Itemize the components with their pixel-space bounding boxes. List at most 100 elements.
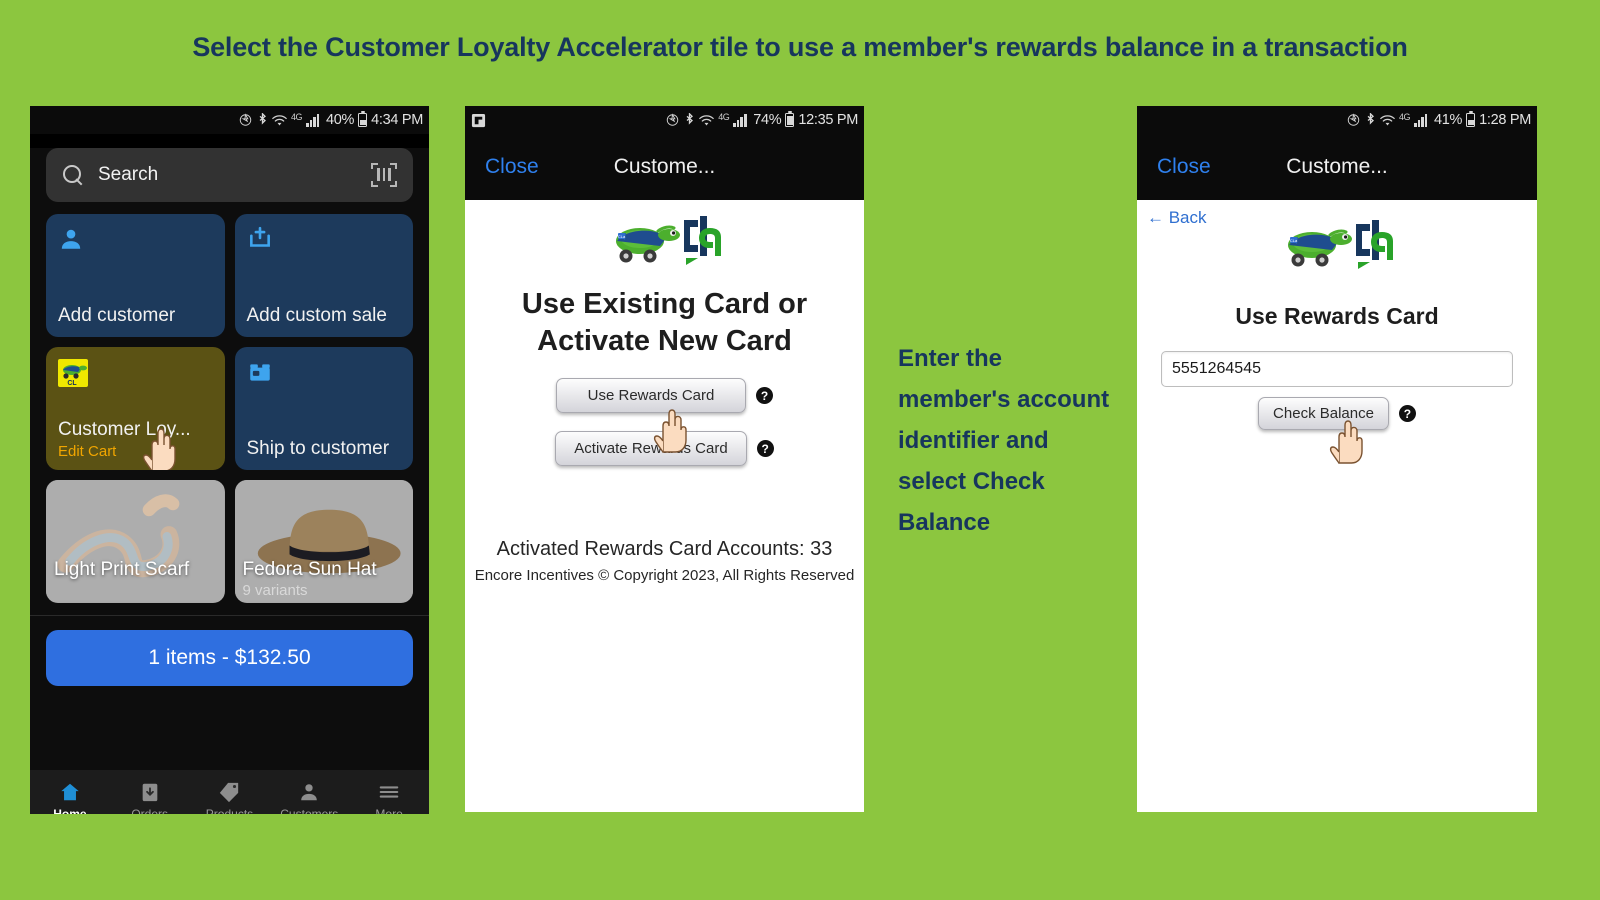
webview-nav-bar: Close Custome... [1137,134,1537,200]
data-saver-icon [1346,113,1361,127]
tab-label: Orders [131,807,169,814]
tile-label: Ship to customer [246,438,390,459]
page-heading: Use Existing Card or Activate New Card [521,288,808,357]
tab-customers[interactable]: Customers [272,781,346,814]
tile-ship-to-customer[interactable]: Ship to customer [234,347,413,470]
tab-label: Home [53,807,87,814]
close-button[interactable]: Close [1137,155,1211,179]
clock-label: 12:35 PM [798,112,858,128]
clock-label: 1:28 PM [1479,112,1531,128]
tile-label: Add customer [58,305,176,326]
status-bar: 4G 74% 12:35 PM [465,106,864,134]
signal-bars-icon [733,113,749,127]
back-link[interactable]: ← Back [1137,208,1207,227]
network-type-label: 4G [290,112,303,122]
tab-label: More [375,807,403,814]
check-balance-button[interactable]: Check Balance [1258,397,1389,430]
close-button[interactable]: Close [465,155,539,179]
bluetooth-icon [257,112,268,128]
cart-section: 1 items - $132.50 [30,615,429,686]
product-tile-hat[interactable]: Fedora Sun Hat 9 variants + [234,480,413,603]
shipping-box-icon [247,359,277,389]
phone-screenshot-pos-home: 4G 40% 4:34 PM Search Add customer Add c… [30,106,429,814]
battery-percent-label: 41% [1433,112,1463,128]
battery-icon [358,110,368,127]
bluetooth-icon [684,112,695,128]
tab-label: Products [205,807,254,814]
more-hamburger-icon [378,781,400,803]
tab-orders[interactable]: Orders [113,781,187,814]
cart-button[interactable]: 1 items - $132.50 [46,630,413,686]
bluetooth-icon [1365,112,1376,128]
customers-icon [298,781,320,803]
product-variant-count: 9 variants [242,582,308,599]
activate-rewards-card-button[interactable]: Activate Rewards Card [555,431,747,466]
search-placeholder: Search [98,164,159,185]
activated-accounts-count: Activated Rewards Card Accounts: 33 [496,538,833,560]
signal-bars-icon [1413,113,1430,127]
battery-icon [785,110,795,127]
svg-text:CLa: CLa [617,234,625,239]
wifi-icon [1380,114,1395,127]
cla-turtle-logo: CLa [465,214,864,274]
status-bar: 4G 41% 1:28 PM [1137,106,1537,134]
svg-text:CLa: CLa [1290,238,1298,243]
tile-sublabel-edit-cart[interactable]: Edit Cart [58,443,213,460]
webview-content: ← Back CLa Use Rewards Card 5551264545 C… [1137,200,1537,812]
home-icon [59,781,81,803]
status-bar: 4G 40% 4:34 PM [30,106,429,134]
person-icon [58,226,88,256]
battery-percent-label: 74% [753,112,782,128]
account-identifier-input[interactable] [1161,351,1513,387]
tile-add-custom-sale[interactable]: Add custom sale [234,214,413,337]
check-balance-row: Check Balance ? [1137,397,1537,464]
page-heading: Use Rewards Card [1235,303,1439,329]
webview-nav-bar: Close Custome... [465,134,864,200]
use-rewards-card-row: Use Rewards Card ? [465,378,864,453]
app-badge-icon [471,113,486,128]
tab-products[interactable]: Products [192,781,266,814]
cla-app-icon: CL [58,359,88,387]
wifi-icon [272,114,287,127]
add-custom-sale-icon [247,226,277,256]
tab-home[interactable]: Home [33,781,107,814]
help-icon[interactable]: ? [756,440,774,457]
data-saver-icon [665,113,680,127]
help-icon[interactable]: ? [756,387,773,404]
tile-customer-loyalty-accelerator[interactable]: CL Customer Loy... Edit Cart [46,347,225,470]
network-type-label: 4G [718,112,730,122]
network-type-label: 4G [1398,112,1411,122]
quick-action-tiles: Add customer Add custom sale CL Customer… [30,202,429,603]
product-name: Fedora Sun Hat [242,559,377,580]
slide-canvas: Select the Customer Loyalty Accelerator … [0,0,1600,900]
battery-icon [1466,110,1476,127]
svg-text:CL: CL [67,380,77,387]
tile-add-customer[interactable]: Add customer [46,214,225,337]
tile-label: Add custom sale [246,305,387,326]
scarf-image [46,480,225,602]
pos-home-body: Search Add customer Add custom sale CL C… [30,148,429,814]
product-name: Light Print Scarf [54,559,190,580]
use-rewards-card-button[interactable]: Use Rewards Card [556,378,746,413]
orders-icon [139,781,161,803]
signal-bars-icon [305,113,322,127]
barcode-scanner-icon[interactable] [371,163,397,187]
search-input[interactable]: Search [46,148,413,202]
instruction-text: Enter the member's account identifier an… [898,345,1110,536]
tile-label: Customer Loy... [58,419,191,440]
bottom-tab-bar: Home Orders Products Customers More [30,770,429,814]
clock-label: 4:34 PM [371,112,423,128]
phone-screenshot-use-rewards-card: 4G 41% 1:28 PM Close Custome... ← Back C… [1137,106,1537,812]
data-saver-icon [238,113,253,127]
tab-label: Customers [280,807,339,814]
tab-more[interactable]: More [352,781,426,814]
wifi-icon [699,114,714,127]
phone-screenshot-card-options: 4G 74% 12:35 PM Close Custome... CLa Use… [465,106,864,812]
battery-percent-label: 40% [325,112,355,128]
cla-turtle-logo: CLa [1137,218,1537,278]
webview-content: CLa Use Existing Card or Activate New Ca… [465,200,864,812]
product-tile-scarf[interactable]: Light Print Scarf [46,480,225,603]
activate-rewards-card-row: Activate Rewards Card ? [465,431,864,466]
page-title: Select the Customer Loyalty Accelerator … [192,32,1408,62]
help-icon[interactable]: ? [1398,405,1416,422]
